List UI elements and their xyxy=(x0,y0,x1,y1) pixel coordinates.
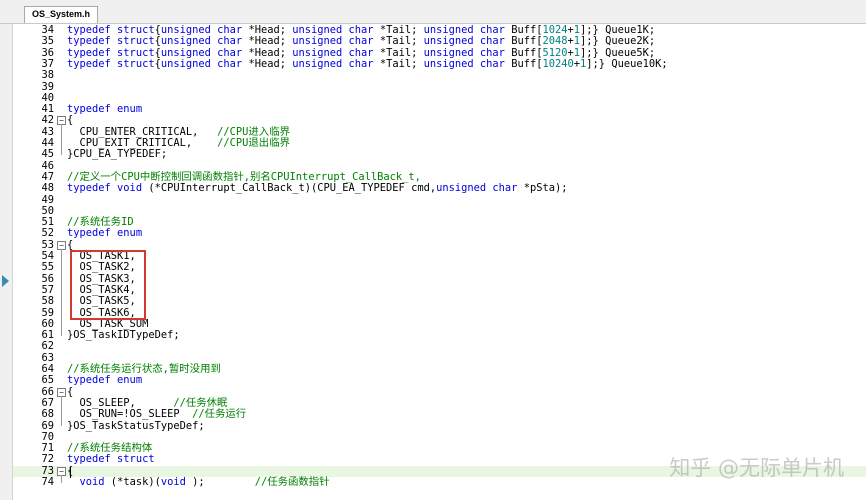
line-number: 35 xyxy=(41,35,54,48)
code-line[interactable]: 37 typedef struct{unsigned char *Head; un… xyxy=(13,57,866,70)
code-text: typedef enum xyxy=(67,374,143,387)
fold-guide-line xyxy=(61,395,62,427)
text-caret xyxy=(70,467,71,478)
code-line[interactable]: 48 typedef void (*CPUInterrupt_CallBack_t… xyxy=(13,182,866,195)
line-number: 72 xyxy=(41,453,54,466)
code-line[interactable]: 69}OS_TaskStatusTypeDef; xyxy=(13,419,866,432)
line-number: 62 xyxy=(41,340,54,353)
code-text: typedef enum xyxy=(67,227,143,240)
fold-guide-line xyxy=(61,474,62,483)
line-number: 65 xyxy=(41,374,54,387)
code-text: }OS_TaskIDTypeDef; xyxy=(67,329,180,342)
code-line[interactable]: 45 }CPU_EA_TYPEDEF; xyxy=(13,148,866,161)
code-line[interactable]: 65 typedef enum xyxy=(13,374,866,387)
line-number: 74 xyxy=(41,476,54,488)
code-text: void (*task)(void ); //任务函数指针 xyxy=(79,476,330,488)
code-line[interactable]: 49 xyxy=(13,194,866,206)
code-line[interactable]: 38 xyxy=(13,69,866,82)
editor-left-margin xyxy=(0,24,13,500)
fold-guide-line xyxy=(61,124,62,156)
file-tab-bar: OS_System.h xyxy=(0,0,866,24)
line-number: 68 xyxy=(41,408,54,421)
code-line[interactable]: 52 typedef enum xyxy=(13,227,866,240)
line-number: 42 xyxy=(41,114,54,127)
line-number: 45 xyxy=(41,148,54,161)
code-line[interactable]: 50 xyxy=(13,205,866,217)
line-number: 58 xyxy=(41,295,54,308)
code-line[interactable]: 39 xyxy=(13,81,866,93)
tab-os-system-h[interactable]: OS_System.h xyxy=(24,6,98,23)
current-line-arrow-icon xyxy=(2,275,9,287)
fold-guide-line xyxy=(61,248,62,337)
line-number: 38 xyxy=(41,69,54,82)
code-line[interactable]: 41 typedef enum xyxy=(13,103,866,116)
line-number: 52 xyxy=(41,227,54,240)
code-line[interactable]: 61}OS_TaskIDTypeDef; xyxy=(13,329,866,342)
line-number: 48 xyxy=(41,182,54,195)
highlight-annotation-box xyxy=(70,250,146,320)
watermark: 知乎 @无际单片机 xyxy=(669,456,844,480)
code-text: typedef struct{unsigned char *Head; unsi… xyxy=(67,57,668,70)
code-text: typedef void (*CPUInterrupt_CallBack_t)(… xyxy=(67,182,568,195)
code-text: }OS_TaskStatusTypeDef; xyxy=(67,419,205,432)
code-text: }CPU_EA_TYPEDEF; xyxy=(67,148,168,161)
code-text: typedef enum xyxy=(67,103,143,116)
code-line[interactable]: 62 xyxy=(13,340,866,353)
line-number: 55 xyxy=(41,261,54,274)
code-text: typedef struct xyxy=(67,453,155,466)
